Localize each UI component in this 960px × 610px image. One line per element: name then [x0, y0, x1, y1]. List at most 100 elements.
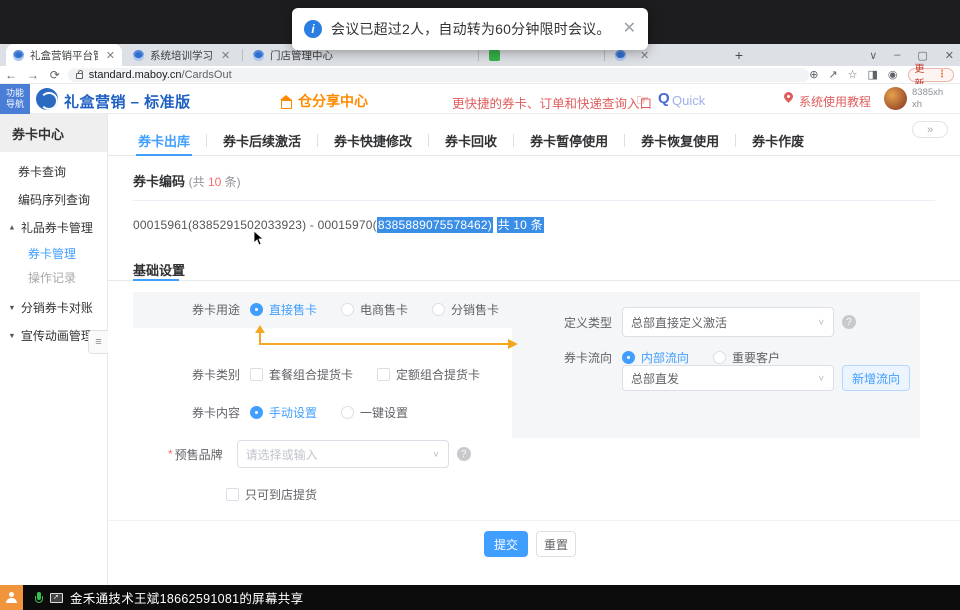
new-tab-button[interactable]: +: [730, 46, 748, 64]
location-pin-icon: [782, 90, 795, 103]
radio-off-icon: [341, 303, 354, 316]
help-icon[interactable]: ?: [842, 315, 856, 329]
browser-tab-title: 系统培训学习: [150, 48, 213, 63]
store-pickup-only-row: 只可到店提货: [226, 486, 341, 503]
card-code-range[interactable]: 00015961(8385291502033923) - 00015970(83…: [133, 216, 544, 233]
main-content: 券卡出库 券卡后续激活 券卡快捷修改 券卡回收 券卡暂停使用 券卡恢复使用 券卡…: [108, 114, 960, 585]
screen-share-text: 金禾通技术王斌18662591081的屏幕共享: [70, 588, 303, 607]
tab-card-restore[interactable]: 券卡恢复使用: [625, 125, 735, 156]
tab-close-icon[interactable]: ✕: [221, 49, 230, 62]
selected-text: 共 10 条: [497, 217, 544, 233]
annotation-arrow: [250, 324, 520, 350]
content-tab-bar: 券卡出库 券卡后续激活 券卡快捷修改 券卡回收 券卡暂停使用 券卡恢复使用 券卡…: [108, 125, 960, 156]
radio-on-icon: [250, 406, 263, 419]
chevron-down-icon: ∨: [818, 318, 825, 327]
tab-card-later-activation[interactable]: 券卡后续激活: [207, 125, 317, 156]
submit-button[interactable]: 提交: [484, 531, 528, 557]
function-nav-toggle[interactable]: 功能 导航: [0, 84, 30, 114]
pointing-finger-icon: ☞: [636, 91, 649, 109]
microphone-icon[interactable]: [35, 592, 43, 604]
sidebar-item-code-sequence-query[interactable]: 编码序列查询: [0, 190, 107, 208]
tab-card-void[interactable]: 券卡作废: [736, 125, 820, 156]
zoom-icon[interactable]: ⊕: [809, 68, 818, 81]
browser-tab-title: 礼盒营销平台管理中心: [30, 48, 98, 63]
lock-icon: [76, 73, 83, 79]
window-close-button[interactable]: ✕: [945, 49, 954, 62]
sidebar-group-gift-card-management[interactable]: ▲ 礼品券卡管理: [0, 218, 107, 236]
radio-one-click-setup[interactable]: 一键设置: [341, 404, 408, 421]
minimize-button[interactable]: –: [894, 49, 900, 61]
checkbox-off-icon: [250, 368, 263, 381]
address-bar[interactable]: standard.maboy.cn/CardsOut: [68, 68, 809, 82]
browser-tab-1[interactable]: 礼盒营销平台管理中心 ✕: [6, 44, 122, 66]
flow-select[interactable]: 总部直发 ∨: [622, 365, 834, 391]
tab-close-icon[interactable]: ✕: [640, 49, 649, 62]
tab-card-quick-edit[interactable]: 券卡快捷修改: [318, 125, 428, 156]
quick-label[interactable]: Quick: [672, 93, 705, 108]
radio-direct-sale[interactable]: 直接售卡: [250, 301, 317, 318]
radio-manual-setup[interactable]: 手动设置: [250, 404, 317, 421]
tab-separator: [478, 49, 479, 61]
card-usage-row: 券卡用途 直接售卡 电商售卡 分销售卡: [180, 301, 523, 318]
radio-internal-flow[interactable]: 内部流向: [622, 349, 689, 366]
checkbox-fixed-amount-combo-card[interactable]: 定额组合提货卡: [377, 366, 480, 383]
radio-ecommerce-sale[interactable]: 电商售卡: [341, 301, 408, 318]
radio-on-icon: [250, 303, 263, 316]
tab-close-icon[interactable]: ✕: [106, 49, 115, 62]
presale-brand-row: * 预售品牌 请选择或输入 ∨ ?: [168, 440, 471, 468]
checkbox-store-pickup-only[interactable]: 只可到店提货: [226, 486, 317, 503]
app-favicon: [253, 50, 264, 61]
radio-off-icon: [432, 303, 445, 316]
window-controls: ∨ – ▢ ✕: [869, 44, 954, 66]
user-avatar[interactable]: [884, 87, 907, 110]
chrome-update-button[interactable]: 更新 ⋮: [908, 68, 954, 82]
help-icon[interactable]: ?: [457, 447, 471, 461]
chevron-down-icon: ∨: [432, 450, 439, 459]
define-type-row: 定义类型 总部直接定义激活 ∨ ?: [552, 307, 856, 337]
sidebar-item-card-query[interactable]: 券卡查询: [0, 162, 107, 180]
browser-tab-2[interactable]: 系统培训学习 ✕: [126, 44, 240, 66]
reload-icon[interactable]: ⟳: [44, 68, 66, 82]
menu-dots-icon: ⋮: [937, 69, 947, 80]
tab-search-icon[interactable]: ∨: [869, 49, 877, 62]
app-favicon: [13, 50, 24, 61]
back-icon[interactable]: ←: [0, 68, 22, 82]
tab-card-outbound[interactable]: 券卡出库: [122, 125, 206, 156]
sidebar-item-card-management[interactable]: 券卡管理: [0, 244, 107, 262]
presale-brand-select[interactable]: 请选择或输入 ∨: [237, 440, 449, 468]
add-flow-button[interactable]: 新增流向: [842, 365, 910, 391]
card-codes-heading: 券卡编码 (共 10 条): [133, 171, 241, 190]
radio-important-customer[interactable]: 重要客户: [713, 349, 780, 366]
browser-tab-favicon: [615, 50, 626, 61]
profile-icon[interactable]: ◉: [888, 68, 898, 81]
info-icon: i: [304, 20, 322, 38]
system-tutorial-link[interactable]: 系统使用教程: [799, 93, 871, 110]
side-panel-icon[interactable]: ◨: [868, 68, 878, 81]
card-category-row: 券卡类别 套餐组合提货卡 定额组合提货卡: [180, 366, 504, 383]
divider: [133, 200, 935, 201]
user-name: 8385xh xh: [912, 87, 943, 111]
forward-icon[interactable]: →: [22, 68, 44, 82]
checkbox-package-combo-card[interactable]: 套餐组合提货卡: [250, 366, 353, 383]
radio-off-icon: [341, 406, 354, 419]
presenter-icon[interactable]: [0, 585, 23, 610]
share-center-link[interactable]: 仓分享中心: [280, 91, 368, 111]
tab-card-suspend[interactable]: 券卡暂停使用: [514, 125, 624, 156]
reset-button[interactable]: 重置: [536, 531, 576, 557]
triangle-down-icon: ▼: [8, 303, 15, 311]
banner-close-icon[interactable]: ✕: [623, 21, 636, 37]
tabs-more-button[interactable]: »: [912, 121, 948, 138]
radio-distribution-sale[interactable]: 分销售卡: [432, 301, 499, 318]
sidebar-group-distribution-reconciliation[interactable]: ▼ 分销券卡对账: [0, 298, 107, 316]
tab-card-recycle[interactable]: 券卡回收: [429, 125, 513, 156]
quick-search-icon[interactable]: Q: [658, 90, 670, 107]
flow-select-row: 总部直发 ∨ 新增流向: [622, 365, 910, 391]
checkbox-off-icon: [226, 488, 239, 501]
sidebar-item-operation-log[interactable]: 操作记录: [0, 268, 107, 286]
share-icon[interactable]: ↗: [828, 68, 837, 81]
card-flow-row: 券卡流向 内部流向 重要客户: [552, 349, 804, 366]
define-type-select[interactable]: 总部直接定义激活 ∨: [622, 307, 834, 337]
sidebar-collapse-handle[interactable]: ≡: [88, 330, 108, 354]
bookmark-star-icon[interactable]: ☆: [848, 68, 858, 81]
sidebar-title: 券卡中心: [0, 114, 107, 152]
